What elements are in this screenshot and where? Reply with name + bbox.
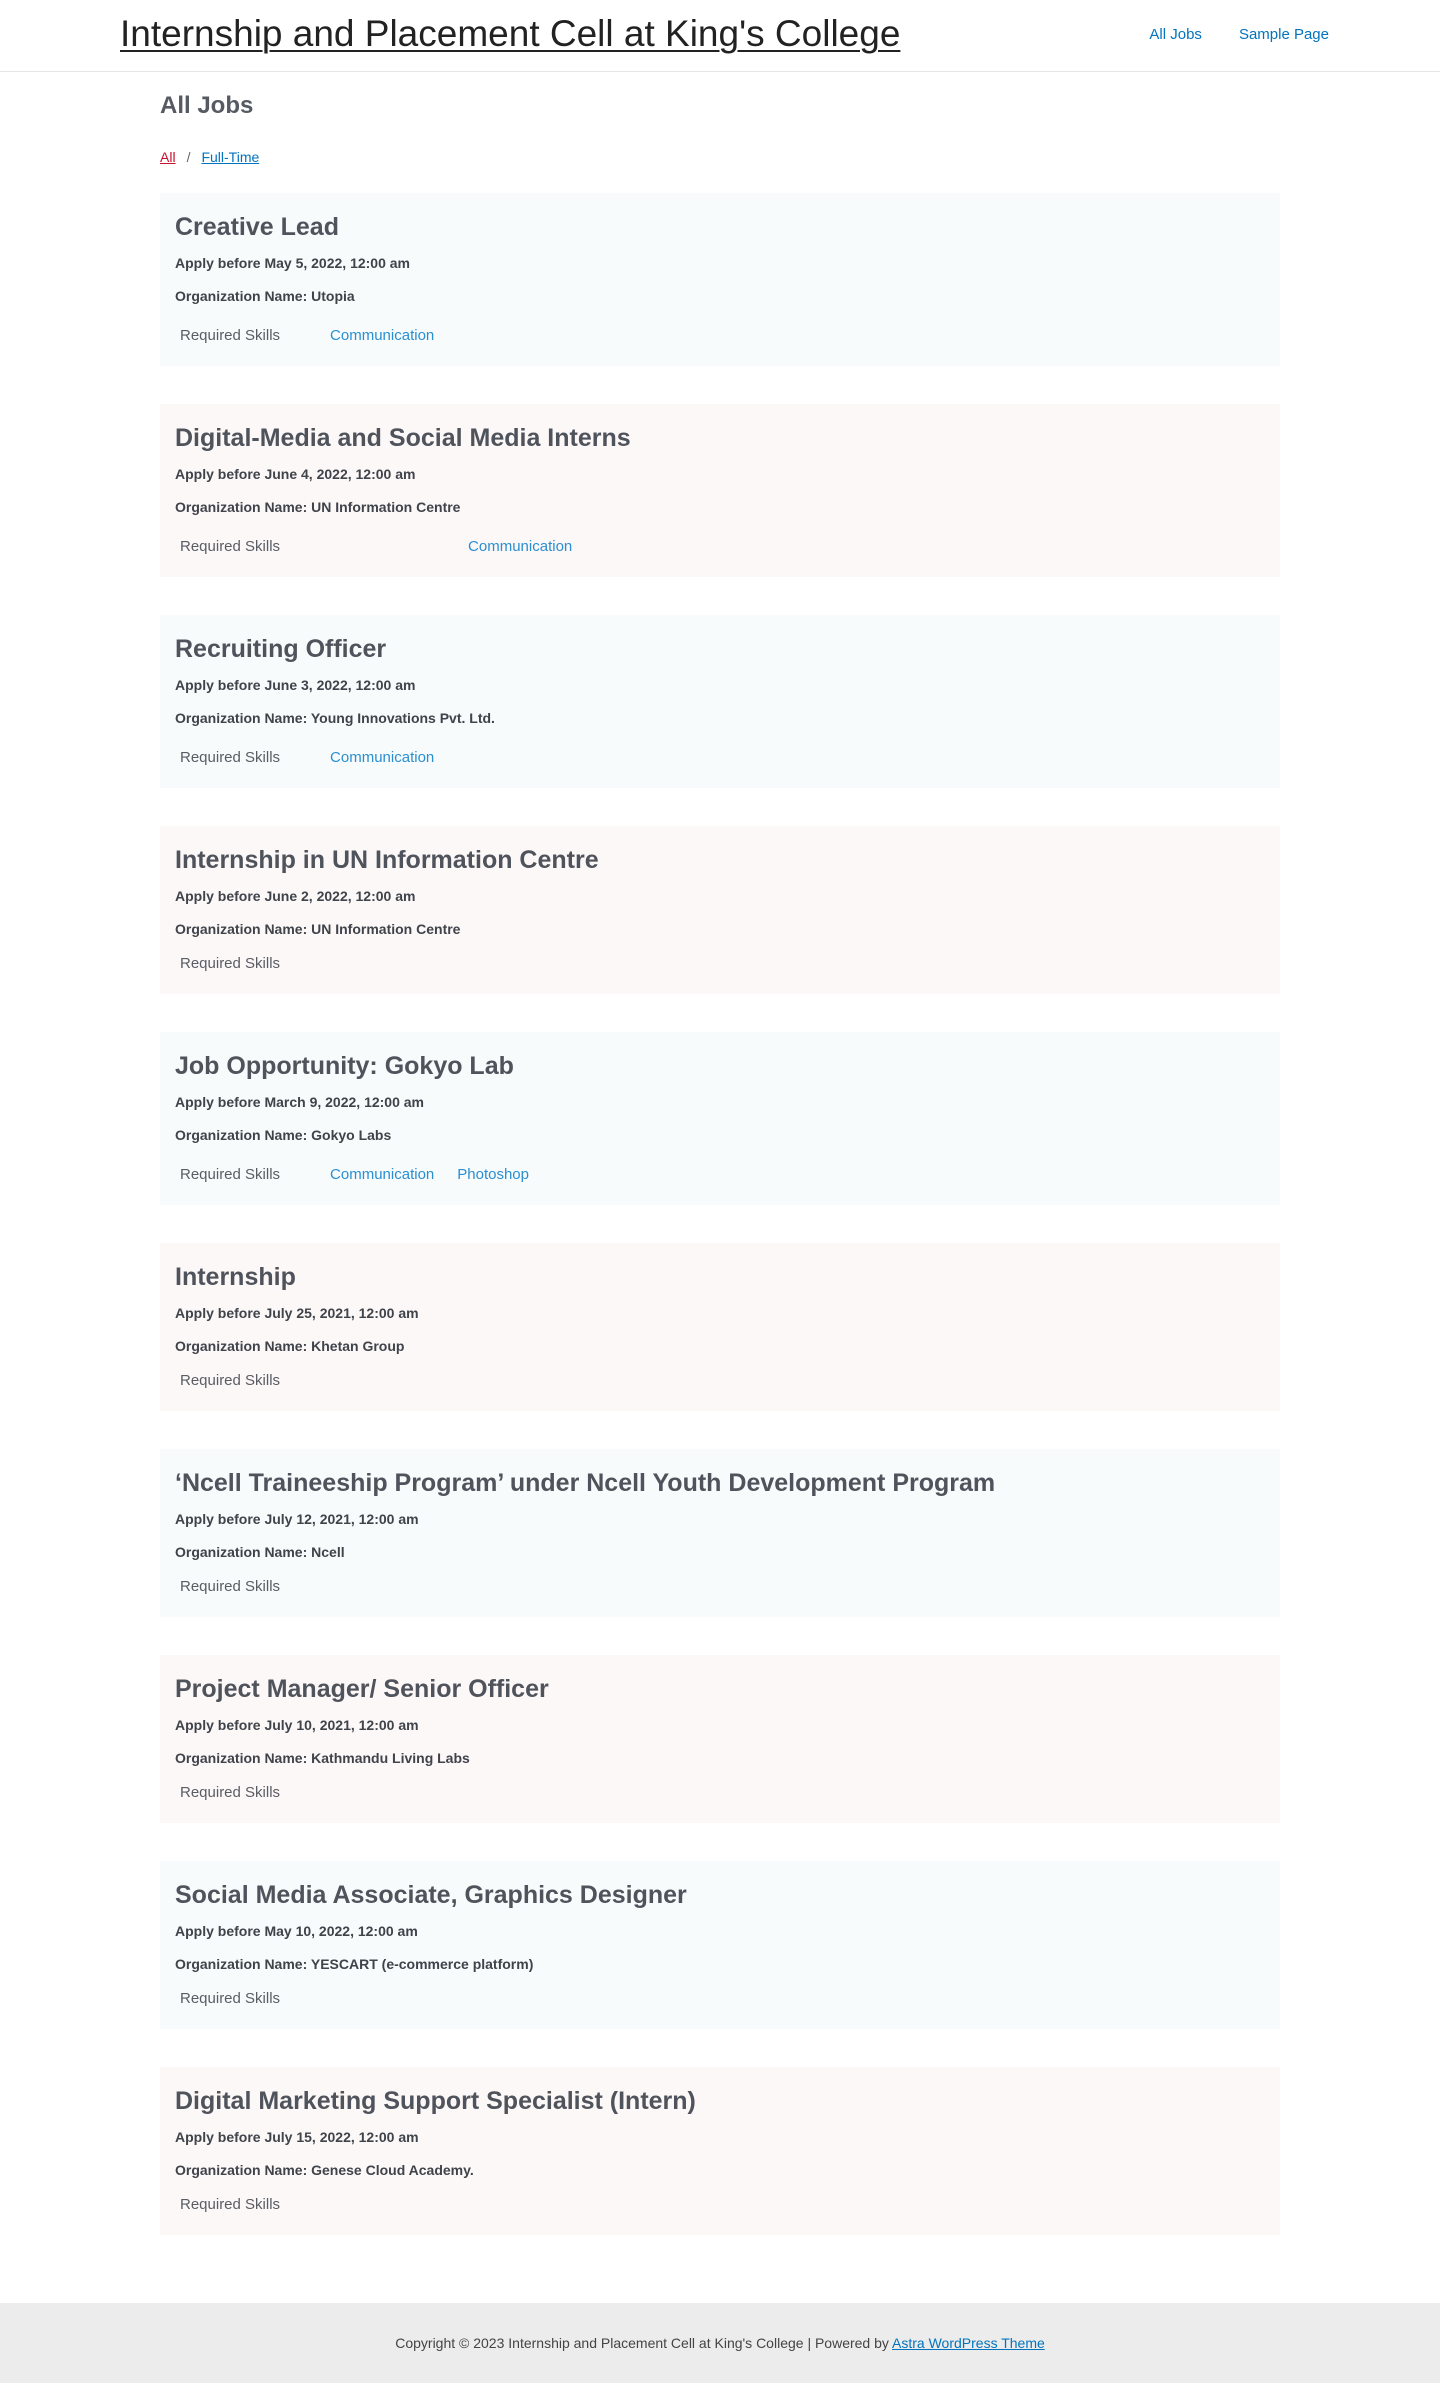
job-organization: Organization Name: Gokyo Labs <box>175 1127 392 1143</box>
skill-tag-link[interactable]: Communication <box>330 324 434 348</box>
filter-full-time-link[interactable]: Full-Time <box>201 147 259 167</box>
job-apply-deadline: Apply before June 2, 2022, 12:00 am <box>175 888 416 904</box>
job-apply-deadline: Apply before July 15, 2022, 12:00 am <box>175 2129 419 2145</box>
job-title[interactable]: Social Media Associate, Graphics Designe… <box>175 1877 1265 1913</box>
job-card: Internship in UN Information Centre Apply… <box>160 826 1280 994</box>
job-organization: Organization Name: YESCART (e-commerce p… <box>175 1956 534 1972</box>
job-skills-row: Required Skills <box>175 1987 1265 2011</box>
job-card: Job Opportunity: Gokyo Lab Apply before M… <box>160 1032 1280 1205</box>
job-apply-deadline: Apply before July 25, 2021, 12:00 am <box>175 1305 419 1321</box>
job-apply-deadline: Apply before March 9, 2022, 12:00 am <box>175 1094 424 1110</box>
required-skills-label: Required Skills <box>180 1578 281 1595</box>
job-title[interactable]: ‘Ncell Traineeship Program’ under Ncell … <box>175 1465 1265 1501</box>
job-type-filters: All / Full-Time <box>160 147 1280 167</box>
required-skills-label: Required Skills <box>180 1784 281 1801</box>
required-skills-label: Required Skills <box>180 1990 281 2007</box>
required-skills-label: Required Skills <box>180 749 281 766</box>
required-skills-label: Required Skills <box>180 538 281 555</box>
job-organization: Organization Name: Kathmandu Living Labs <box>175 1750 470 1766</box>
job-card: Digital Marketing Support Specialist (In… <box>160 2067 1280 2235</box>
job-skills-row: Required Skills <box>175 1369 1265 1393</box>
job-title[interactable]: Job Opportunity: Gokyo Lab <box>175 1048 1265 1084</box>
job-card: Creative Lead Apply before May 5, 2022, 1… <box>160 193 1280 366</box>
job-skills-row: Required Skills <box>175 952 1265 976</box>
main-navigation: All Jobs Sample Page <box>1149 24 1329 46</box>
job-card: Digital-Media and Social Media Interns Ap… <box>160 404 1280 577</box>
job-skills-row: Required Skills <box>175 1781 1265 1805</box>
job-skills-row: Required Skills Communication <box>175 746 1265 770</box>
job-title[interactable]: Creative Lead <box>175 209 1265 245</box>
job-card: Internship Apply before July 25, 2021, 12… <box>160 1243 1280 1411</box>
site-title-link[interactable]: Internship and Placement Cell at King's … <box>120 12 900 56</box>
skill-tag-link[interactable]: Communication <box>330 746 434 770</box>
nav-item-all-jobs[interactable]: All Jobs <box>1149 24 1202 46</box>
site-footer: Copyright © 2023 Internship and Placemen… <box>0 2303 1440 2383</box>
job-organization: Organization Name: Ncell <box>175 1544 345 1560</box>
job-apply-deadline: Apply before May 5, 2022, 12:00 am <box>175 255 410 271</box>
job-skills-row: Required Skills Communication Photoshop <box>175 1163 1265 1187</box>
job-apply-deadline: Apply before July 10, 2021, 12:00 am <box>175 1717 419 1733</box>
filter-all-link[interactable]: All <box>160 147 176 167</box>
job-title[interactable]: Internship in UN Information Centre <box>175 842 1265 878</box>
required-skills-label: Required Skills <box>180 1166 281 1183</box>
job-skills-row: Required Skills <box>175 1575 1265 1599</box>
job-card: Project Manager/ Senior Officer Apply bef… <box>160 1655 1280 1823</box>
job-apply-deadline: Apply before July 12, 2021, 12:00 am <box>175 1511 419 1527</box>
job-apply-deadline: Apply before May 10, 2022, 12:00 am <box>175 1923 418 1939</box>
job-apply-deadline: Apply before June 3, 2022, 12:00 am <box>175 677 416 693</box>
job-apply-deadline: Apply before June 4, 2022, 12:00 am <box>175 466 416 482</box>
skill-tag-link[interactable]: Communication <box>330 1163 434 1187</box>
required-skills-label: Required Skills <box>180 1372 281 1389</box>
astra-theme-link[interactable]: Astra WordPress Theme <box>892 2335 1045 2351</box>
main-content: All Jobs All / Full-Time Creative Lead Ap… <box>160 72 1280 2303</box>
skill-tag-link[interactable]: Photoshop <box>457 1163 529 1187</box>
job-card: ‘Ncell Traineeship Program’ under Ncell … <box>160 1449 1280 1617</box>
filter-separator: / <box>186 149 191 165</box>
nav-item-sample-page[interactable]: Sample Page <box>1239 24 1329 46</box>
job-title[interactable]: Internship <box>175 1259 1265 1295</box>
job-skills-row: Required Skills Communication <box>175 324 1265 348</box>
job-title[interactable]: Project Manager/ Senior Officer <box>175 1671 1265 1707</box>
job-card: Social Media Associate, Graphics Designe… <box>160 1861 1280 2029</box>
site-header: Internship and Placement Cell at King's … <box>0 0 1440 72</box>
job-list: Creative Lead Apply before May 5, 2022, 1… <box>160 193 1280 2273</box>
job-organization: Organization Name: UN Information Centre <box>175 499 461 515</box>
job-title[interactable]: Recruiting Officer <box>175 631 1265 667</box>
job-organization: Organization Name: Utopia <box>175 288 355 304</box>
job-organization: Organization Name: UN Information Centre <box>175 921 461 937</box>
copyright-text: Copyright © 2023 Internship and Placemen… <box>395 2335 1045 2351</box>
job-organization: Organization Name: Genese Cloud Academy. <box>175 2162 474 2178</box>
job-organization: Organization Name: Young Innovations Pvt… <box>175 710 495 726</box>
job-card: Recruiting Officer Apply before June 3, 2… <box>160 615 1280 788</box>
job-title[interactable]: Digital-Media and Social Media Interns <box>175 420 1265 456</box>
copyright-label: Copyright © 2023 Internship and Placemen… <box>395 2335 893 2351</box>
job-title[interactable]: Digital Marketing Support Specialist (In… <box>175 2083 1265 2119</box>
job-skills-row: Required Skills <box>175 2193 1265 2217</box>
required-skills-label: Required Skills <box>180 955 281 972</box>
page-title: All Jobs <box>160 92 254 119</box>
job-organization: Organization Name: Khetan Group <box>175 1338 405 1354</box>
required-skills-label: Required Skills <box>180 327 281 344</box>
required-skills-label: Required Skills <box>180 2196 281 2213</box>
skill-tag-link[interactable]: Communication <box>468 535 572 559</box>
job-skills-row: Required Skills Communication <box>175 535 1265 559</box>
